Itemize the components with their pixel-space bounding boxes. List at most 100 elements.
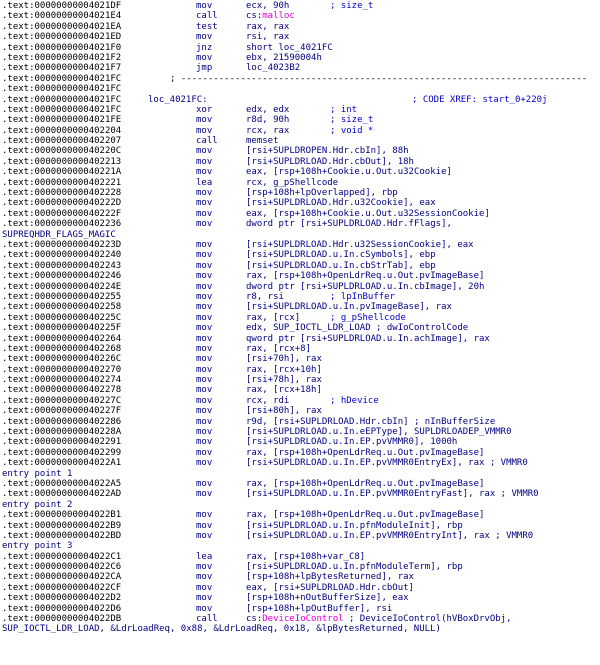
address[interactable]: .text:0000000000402221 — [2, 178, 121, 188]
listing-line[interactable]: .text:000000000040222D mov [rsi+SUPLDRLOAD… — [0, 198, 600, 208]
listing-line[interactable]: .text:00000000004022A5 mov rax, [rsp+108h+… — [0, 479, 600, 489]
address[interactable]: .text:00000000004022A1 — [2, 458, 121, 468]
listing-line[interactable]: .text:0000000000402243 mov [rsi+SUPLDRLOAD… — [0, 261, 600, 271]
address[interactable]: .text:00000000004022AD — [2, 489, 121, 499]
listing-line[interactable]: .text:000000000040227C mov rcx, rdi ; hDevi… — [0, 396, 600, 406]
listing-line[interactable]: .text:00000000004021E4 call cs:malloc — [0, 11, 600, 21]
address[interactable]: .text:00000000004021F7 — [2, 63, 121, 73]
address[interactable]: .text:00000000004022BD — [2, 531, 121, 541]
address[interactable]: .text:00000000004021FC — [2, 105, 121, 115]
address[interactable]: .text:00000000004021E4 — [2, 11, 121, 21]
listing-line[interactable]: .text:00000000004021FC ; ----------------… — [0, 74, 600, 84]
address[interactable]: .text:00000000004021ED — [2, 32, 121, 42]
listing-line[interactable]: entry point 1 — [0, 469, 600, 479]
listing-line[interactable]: .text:000000000040228A mov [rsi+SUPLDRLOAD… — [0, 427, 600, 437]
listing-line[interactable]: .text:00000000004021EA test rax, rax — [0, 22, 600, 32]
listing-line[interactable]: .text:0000000000402236 mov dword ptr [rsi+… — [0, 219, 600, 229]
listing-line[interactable]: .text:00000000004021F7 jmp loc_4023B2 — [0, 63, 600, 73]
address[interactable]: .text:00000000004021FC — [2, 84, 121, 94]
listing-line[interactable]: .text:0000000000402264 mov qword ptr [rsi+… — [0, 334, 600, 344]
listing-line[interactable]: .text:0000000000402246 mov rax, [rsp+108h+… — [0, 271, 600, 281]
address[interactable]: .text:000000000040221A — [2, 167, 121, 177]
address[interactable]: .text:0000000000402299 — [2, 448, 121, 458]
address[interactable]: .text:0000000000402246 — [2, 271, 121, 281]
listing-line[interactable]: .text:0000000000402204 mov rcx, rax ; void … — [0, 126, 600, 136]
address[interactable]: .text:0000000000402228 — [2, 188, 121, 198]
listing-line[interactable]: .text:000000000040223D mov [rsi+SUPLDRLOAD… — [0, 240, 600, 250]
address[interactable]: .text:00000000004021F2 — [2, 53, 121, 63]
address[interactable]: .text:0000000000402236 — [2, 219, 121, 229]
address[interactable]: .text:0000000000402274 — [2, 375, 121, 385]
address[interactable]: .text:000000000040225F — [2, 323, 121, 333]
address[interactable]: .text:00000000004022C6 — [2, 562, 121, 572]
listing-line[interactable]: .text:000000000040227F mov [rsi+80h], rax — [0, 406, 600, 416]
listing-line[interactable]: .text:00000000004021F2 mov ebx, 21590004h — [0, 53, 600, 63]
listing-line[interactable]: .text:00000000004022A1 mov [rsi+SUPLDRLOAD… — [0, 458, 600, 468]
address[interactable]: .text:000000000040220C — [2, 146, 121, 156]
address[interactable]: .text:00000000004021F0 — [2, 43, 121, 53]
import-name[interactable]: DeviceIoControl — [262, 614, 343, 624]
listing-line[interactable]: .text:00000000004022C6 mov [rsi+SUPLDRLOAD… — [0, 562, 600, 572]
listing-line[interactable]: .text:0000000000402268 mov rax, [rcx+8] — [0, 344, 600, 354]
address[interactable]: .text:00000000004022CA — [2, 572, 121, 582]
listing-line[interactable]: .text:00000000004022D6 mov [rsp+108h+lpOut… — [0, 604, 600, 614]
listing-line[interactable]: .text:00000000004022AD mov [rsi+SUPLDRLOAD… — [0, 489, 600, 499]
address[interactable]: .text:00000000004022DB — [2, 614, 121, 624]
address[interactable]: .text:0000000000402213 — [2, 157, 121, 167]
address[interactable]: .text:00000000004022B1 — [2, 510, 121, 520]
address[interactable]: .text:0000000000402278 — [2, 385, 121, 395]
address[interactable]: .text:000000000040228A — [2, 427, 121, 437]
listing-line[interactable]: entry point 2 — [0, 500, 600, 510]
address[interactable]: .text:00000000004021EA — [2, 22, 121, 32]
address[interactable]: .text:000000000040222F — [2, 209, 121, 219]
listing-line[interactable]: .text:0000000000402240 mov [rsi+SUPLDRLOAD… — [0, 250, 600, 260]
listing-line[interactable]: .text:00000000004022BD mov [rsi+SUPLDRLOAD… — [0, 531, 600, 541]
disassembly-listing[interactable]: .text:00000000004021DF mov ecx, 90h ; size_… — [0, 0, 600, 665]
listing-line[interactable]: .text:000000000040225C mov rax, [rcx] ; g_p… — [0, 313, 600, 323]
listing-line[interactable]: SUP_IOCTL_LDR_LOAD, &LdrLoadReq, 0x88, &… — [0, 624, 600, 634]
xref-comment[interactable]: ; CODE XREF: start_0+220j — [412, 95, 547, 105]
address[interactable]: .text:0000000000402268 — [2, 344, 121, 354]
listing-line[interactable]: .text:00000000004022D2 mov [rsp+108h+nOutB… — [0, 593, 600, 603]
address[interactable]: .text:0000000000402258 — [2, 302, 121, 312]
listing-line[interactable]: .text:00000000004021ED mov rsi, rax — [0, 32, 600, 42]
listing-line[interactable]: entry point 3 — [0, 541, 600, 551]
address[interactable]: .text:0000000000402204 — [2, 126, 121, 136]
address[interactable]: .text:00000000004022CF — [2, 583, 121, 593]
listing-line[interactable]: .text:00000000004022DB call cs:DeviceIoCon… — [0, 614, 600, 624]
address[interactable]: .text:000000000040227F — [2, 406, 121, 416]
listing-line[interactable]: .text:0000000000402291 mov [rsi+SUPLDRLOAD… — [0, 437, 600, 447]
import-name[interactable]: malloc — [262, 11, 295, 21]
listing-line[interactable]: .text:000000000040226C mov [rsi+70h], rax — [0, 354, 600, 364]
listing-line[interactable]: SUPREQHDR_FLAGS_MAGIC — [0, 230, 600, 240]
address[interactable]: .text:0000000000402264 — [2, 334, 121, 344]
address[interactable]: .text:000000000040224E — [2, 282, 121, 292]
listing-line[interactable]: .text:00000000004021DF mov ecx, 90h ; size_… — [0, 1, 600, 11]
listing-line[interactable]: .text:0000000000402228 mov [rsp+108h+lpOve… — [0, 188, 600, 198]
listing-line[interactable]: .text:000000000040225F mov edx, SUP_IOCTL_… — [0, 323, 600, 333]
address[interactable]: .text:000000000040222D — [2, 198, 121, 208]
listing-line[interactable]: .text:000000000040222F mov eax, [rsp+108h+… — [0, 209, 600, 219]
listing-line[interactable]: .text:0000000000402278 mov rax, [rcx+18h] — [0, 385, 600, 395]
address[interactable]: .text:00000000004022C1 — [2, 552, 121, 562]
address[interactable]: .text:00000000004021FC — [2, 74, 121, 84]
listing-line[interactable]: .text:00000000004021FC loc_4021FC: ; CODE … — [0, 95, 600, 105]
address[interactable]: .text:00000000004022D6 — [2, 604, 121, 614]
listing-line[interactable]: .text:0000000000402255 mov r8, rsi ; lpInBu… — [0, 292, 600, 302]
address[interactable]: .text:0000000000402207 — [2, 136, 121, 146]
address[interactable]: .text:0000000000402291 — [2, 437, 121, 447]
address[interactable]: .text:000000000040227C — [2, 396, 121, 406]
listing-line[interactable]: .text:00000000004022B9 mov [rsi+SUPLDRLOAD… — [0, 521, 600, 531]
address[interactable]: .text:00000000004022A5 — [2, 479, 121, 489]
listing-line[interactable]: .text:000000000040221A mov eax, [rsp+108h+… — [0, 167, 600, 177]
listing-line[interactable]: .text:00000000004021F0 jnz short loc_4021F… — [0, 43, 600, 53]
listing-line[interactable]: .text:0000000000402213 mov [rsi+SUPLDRLOAD… — [0, 157, 600, 167]
address[interactable]: .text:0000000000402243 — [2, 261, 121, 271]
listing-line[interactable]: .text:00000000004022B1 mov rax, [rsp+108h+… — [0, 510, 600, 520]
listing-line[interactable]: .text:00000000004021FC — [0, 84, 600, 94]
code-label[interactable]: loc_4021FC: — [148, 95, 208, 105]
address[interactable]: .text:00000000004021FC — [2, 95, 121, 105]
listing-line[interactable]: .text:00000000004022C1 lea rax, [rsp+108h+… — [0, 552, 600, 562]
listing-line[interactable]: .text:0000000000402274 mov [rsi+78h], rax — [0, 375, 600, 385]
address[interactable]: .text:00000000004022D2 — [2, 593, 121, 603]
